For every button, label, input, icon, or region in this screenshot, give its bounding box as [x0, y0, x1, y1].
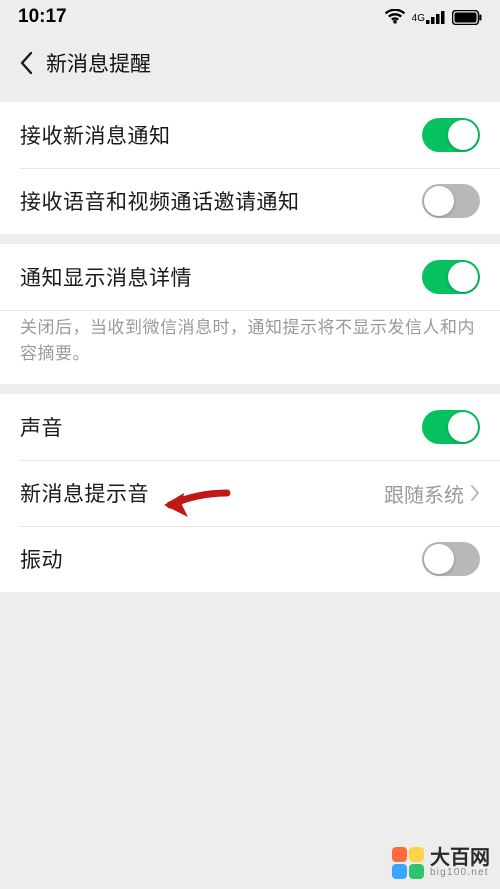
row-tone[interactable]: 新消息提示音 跟随系统	[0, 460, 500, 526]
row-vibrate[interactable]: 振动	[0, 526, 500, 592]
battery-icon	[452, 10, 482, 25]
settings-group-3: 声音 新消息提示音 跟随系统 振动	[0, 394, 500, 592]
settings-group-1: 接收新消息通知 接收语音和视频通话邀请通知	[0, 102, 500, 234]
row-value-text: 跟随系统	[384, 479, 464, 508]
page-title: 新消息提醒	[46, 48, 151, 78]
watermark: 大百网 big100.net	[392, 847, 490, 879]
toggle-sound[interactable]	[422, 410, 480, 444]
chevron-right-icon	[470, 484, 480, 502]
row-sound[interactable]: 声音	[0, 394, 500, 460]
toggle-vibrate[interactable]	[422, 542, 480, 576]
row-value: 跟随系统	[384, 479, 480, 508]
row-label: 通知显示消息详情	[20, 262, 192, 292]
row-label: 接收新消息通知	[20, 120, 171, 150]
wifi-icon	[384, 9, 406, 25]
cellular-signal: 4G	[412, 10, 446, 24]
watermark-name: 大百网	[430, 848, 490, 868]
row-receive-msg[interactable]: 接收新消息通知	[0, 102, 500, 168]
header: 新消息提醒	[0, 34, 500, 92]
watermark-domain: big100.net	[430, 868, 490, 878]
row-label: 新消息提示音	[20, 478, 149, 508]
row-receive-call[interactable]: 接收语音和视频通话邀请通知	[0, 168, 500, 234]
row-label: 接收语音和视频通话邀请通知	[20, 186, 300, 216]
row-label: 声音	[20, 412, 63, 442]
row-show-detail[interactable]: 通知显示消息详情	[0, 244, 500, 310]
row-label: 振动	[20, 544, 63, 574]
toggle-receive-call[interactable]	[422, 184, 480, 218]
toggle-show-detail[interactable]	[422, 260, 480, 294]
settings-group-2: 通知显示消息详情 关闭后，当收到微信消息时，通知提示将不显示发信人和内容摘要。	[0, 244, 500, 384]
back-button[interactable]	[8, 45, 44, 81]
status-time: 10:17	[18, 6, 67, 28]
hint-show-detail: 关闭后，当收到微信消息时，通知提示将不显示发信人和内容摘要。	[0, 310, 500, 384]
status-right: 4G	[384, 9, 482, 25]
status-bar: 10:17 4G	[0, 0, 500, 34]
toggle-receive-msg[interactable]	[422, 118, 480, 152]
watermark-logo-icon	[392, 847, 424, 879]
